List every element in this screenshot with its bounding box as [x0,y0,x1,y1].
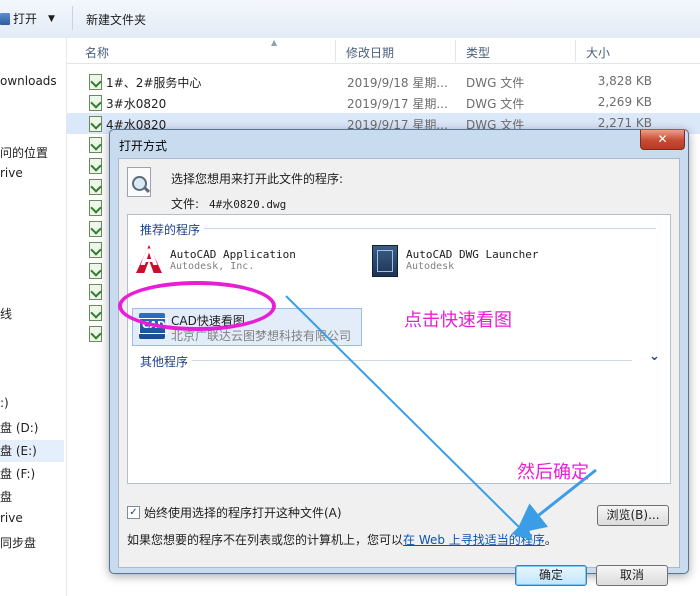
browse-button[interactable]: 浏览(B)... [597,505,669,526]
program-autocad-application[interactable]: A AutoCAD Application Autodesk, Inc. [132,245,352,277]
hint-end: 。 [544,533,557,547]
dwg-file-icon [89,263,102,279]
always-use-checkbox[interactable]: ✓ [127,506,140,519]
open-label: 打开 [13,12,38,26]
dwg-file-icon [89,158,102,174]
dwg-file-icon [89,116,102,132]
nav-item-network[interactable]: 线 [0,305,12,322]
click-hint-annotation: 点击快速看图 [404,310,512,331]
nav-item-disk[interactable]: 盘 [0,488,12,505]
column-name[interactable]: 名称 [85,44,109,61]
dwg-launcher-icon [372,245,398,277]
recommended-section-title: 推荐的程序 [140,223,201,237]
dwg-file-icon [89,242,102,258]
program-vendor: Autodesk, Inc. [170,261,255,272]
chevron-down-icon: ▼ [48,13,55,24]
new-folder-button[interactable]: 新建文件夹 [86,11,146,28]
explorer-toolbar: 打开 ▼ 新建文件夹 [0,0,700,39]
file-size: 2,269 KB [597,95,652,109]
file-date: 2019/9/18 星期... [347,76,448,90]
program-list: 推荐的程序 A AutoCAD Application Autodesk, In… [127,214,671,484]
dwg-file-icon [89,137,102,153]
file-row[interactable]: 1#、2#服务中心 2019/9/18 星期... DWG 文件 3,828 K… [67,71,700,92]
dwg-file-icon [89,326,102,342]
magnifier-handle [142,185,151,194]
highlight-ellipse [118,281,276,331]
confirm-hint-annotation: 然后确定 [517,462,589,483]
dwg-file-icon [89,305,102,321]
autocad-icon: A [136,245,162,273]
dialog-title: 打开方式 [119,139,168,153]
dwg-file-icon [89,179,102,195]
file-date: 2019/9/17 星期... [347,97,448,111]
dwg-file-icon [89,74,102,90]
section-divider [192,360,632,361]
file-info: 文件: 4#水0820.dwg [171,195,286,212]
navigation-pane: ownloads 问的位置 rive 线 :) 盘 (D:) 盘 (E:) 盘 … [0,38,67,596]
file-size: 2,271 KB [597,116,652,130]
open-icon [0,12,10,25]
other-programs-title[interactable]: 其他程序 [140,353,188,370]
file-type: DWG 文件 [466,97,525,111]
close-button[interactable]: ✕ [640,130,685,150]
always-use-label: 始终使用选择的程序打开这种文件(A) [144,506,342,520]
section-divider [204,228,656,229]
nav-item-recent-places[interactable]: 问的位置 [0,144,48,161]
column-date[interactable]: 修改日期 [346,44,394,61]
dwg-file-icon [89,221,102,237]
hint-text: 如果您想要的程序不在列表或您的计算机上，您可以 [127,533,404,547]
column-divider[interactable] [335,40,336,62]
dwg-file-icon [89,200,102,216]
file-name-value: 4#水0820.dwg [209,198,287,211]
nav-item-drive-d[interactable]: 盘 (D:) [0,419,38,436]
open-menu-button[interactable]: 打开 ▼ [0,10,55,27]
file-name: 3#水0820 [106,97,167,111]
dwg-file-icon [89,95,102,111]
ok-button[interactable]: 确定 [515,565,587,586]
open-with-dialog: 打开方式 ✕ 选择您想用来打开此文件的程序: 文件: 4#水0820.dwg 推荐… [109,129,689,586]
program-vendor: Autodesk [406,261,455,272]
file-type: DWG 文件 [466,76,525,90]
dialog-body: 选择您想用来打开此文件的程序: 文件: 4#水0820.dwg 推荐的程序 A A… [118,158,680,586]
program-autocad-dwg-launcher[interactable]: AutoCAD DWG Launcher Autodesk [368,245,588,277]
file-label: 文件: [171,197,200,211]
dialog-prompt: 选择您想用来打开此文件的程序: [171,172,344,186]
file-list-header: ▲ 名称 修改日期 类型 大小 [67,38,700,64]
file-search-icon [127,167,151,197]
web-search-link[interactable]: 在 Web 上寻找适当的程序 [403,533,545,547]
column-type[interactable]: 类型 [466,44,490,61]
web-search-hint: 如果您想要的程序不在列表或您的计算机上，您可以在 Web 上寻找适当的程序。 [127,531,557,548]
nav-item-downloads[interactable]: ownloads [0,74,57,88]
file-name: 1#、2#服务中心 [106,76,202,90]
nav-item-drive-f[interactable]: 盘 (F:) [0,465,35,482]
nav-item-drive-e[interactable]: 盘 (E:) [0,440,64,462]
program-name: AutoCAD Application [170,248,296,261]
sort-ascending-icon: ▲ [271,38,278,47]
nav-item-sync-disk[interactable]: 同步盘 [0,534,36,551]
file-row[interactable]: 3#水0820 2019/9/17 星期... DWG 文件 2,269 KB [67,92,700,113]
cancel-button[interactable]: 取消 [596,565,668,586]
toolbar-divider [72,6,73,30]
nav-item-drive[interactable]: rive [0,166,23,180]
file-size: 3,828 KB [597,74,652,88]
column-size[interactable]: 大小 [586,44,610,61]
nav-item-drive-c[interactable]: :) [0,396,9,410]
nav-item-onedrive[interactable]: rive [0,511,23,525]
chevron-down-icon[interactable]: ⌄ [649,349,660,364]
dwg-file-icon [89,284,102,300]
column-divider[interactable] [575,40,576,62]
program-name: AutoCAD DWG Launcher [406,248,539,261]
column-divider[interactable] [455,40,456,62]
always-use-option[interactable]: ✓ 始终使用选择的程序打开这种文件(A) [127,504,342,521]
